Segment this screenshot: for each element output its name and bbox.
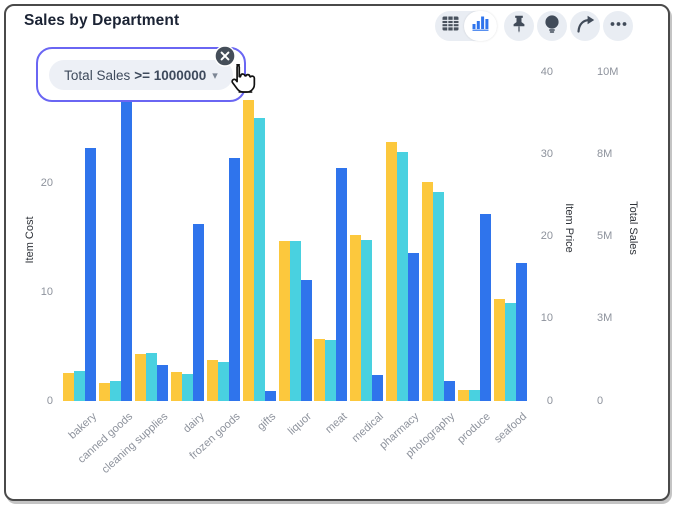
axis-tick-label: 8M <box>597 148 612 161</box>
category-label: bakery <box>66 411 99 442</box>
axis-tick-label: 5M <box>597 230 612 243</box>
bar[interactable] <box>110 381 121 401</box>
bar[interactable] <box>314 339 325 401</box>
filter-remove-button[interactable] <box>214 45 236 67</box>
bar[interactable] <box>157 365 168 401</box>
bar[interactable] <box>516 263 527 401</box>
bar[interactable] <box>361 240 372 401</box>
bar[interactable] <box>397 152 408 401</box>
bar[interactable] <box>121 102 132 401</box>
bar[interactable] <box>182 374 193 401</box>
axis-tick-label: 0 <box>47 395 53 408</box>
category-label: meat <box>324 411 350 436</box>
axis-tick-label: 10M <box>597 66 618 79</box>
bar[interactable] <box>146 353 157 401</box>
bar[interactable] <box>469 390 480 401</box>
bar[interactable] <box>458 390 469 401</box>
bar[interactable] <box>408 253 419 401</box>
bar[interactable] <box>290 241 301 401</box>
bar[interactable] <box>301 280 312 401</box>
close-icon <box>214 54 236 71</box>
axis-tick-label: 20 <box>541 230 553 243</box>
filter-field-label: Total Sales <box>64 68 130 83</box>
category-label: liquor <box>286 411 314 438</box>
bar[interactable] <box>135 354 146 401</box>
bar[interactable] <box>254 118 265 401</box>
category-label: produce <box>456 411 494 447</box>
axis-tick-label: 3M <box>597 312 612 325</box>
axis-tick-label: 0 <box>597 395 603 408</box>
axis-title: Total Sales <box>627 201 639 255</box>
axis-tick-label: 0 <box>547 395 553 408</box>
category-label: gifts <box>255 411 278 433</box>
bar[interactable] <box>265 391 276 401</box>
filter-pill-inner[interactable]: Total Sales >= 1000000 ▾ <box>49 60 233 90</box>
bar[interactable] <box>444 381 455 401</box>
category-label: dairy <box>181 411 207 436</box>
bar[interactable] <box>99 383 110 401</box>
bar[interactable] <box>336 168 347 401</box>
chart-widget: Sales by Department <box>4 4 670 501</box>
bar[interactable] <box>63 373 74 401</box>
axis-title: Item Cost <box>24 216 36 263</box>
bar[interactable] <box>386 142 397 401</box>
bar[interactable] <box>372 375 383 401</box>
axis-tick-label: 30 <box>541 148 553 161</box>
bar[interactable] <box>480 214 491 401</box>
bar[interactable] <box>171 372 182 401</box>
axis-tick-label: 20 <box>41 177 53 190</box>
category-label: cleaning supplies <box>100 411 171 476</box>
axis-tick-label: 10 <box>41 286 53 299</box>
bar[interactable] <box>422 182 433 401</box>
bar[interactable] <box>279 241 290 401</box>
bar[interactable] <box>229 158 240 401</box>
bar[interactable] <box>350 235 361 401</box>
bar[interactable] <box>218 362 229 401</box>
category-label: seafood <box>492 411 529 446</box>
bar[interactable] <box>85 148 96 401</box>
bar[interactable] <box>74 371 85 401</box>
bar[interactable] <box>193 224 204 401</box>
bar[interactable] <box>494 299 505 401</box>
filter-pill[interactable]: Total Sales >= 1000000 ▾ <box>36 47 246 102</box>
bar[interactable] <box>505 303 516 401</box>
bar[interactable] <box>243 100 254 401</box>
axis-tick-label: 10 <box>541 312 553 325</box>
bar[interactable] <box>325 340 336 401</box>
axis-tick-label: 40 <box>541 66 553 79</box>
bar[interactable] <box>433 192 444 401</box>
axis-title: Item Price <box>563 203 575 253</box>
filter-condition-value: >= 1000000 <box>134 68 206 83</box>
bar[interactable] <box>207 360 218 401</box>
